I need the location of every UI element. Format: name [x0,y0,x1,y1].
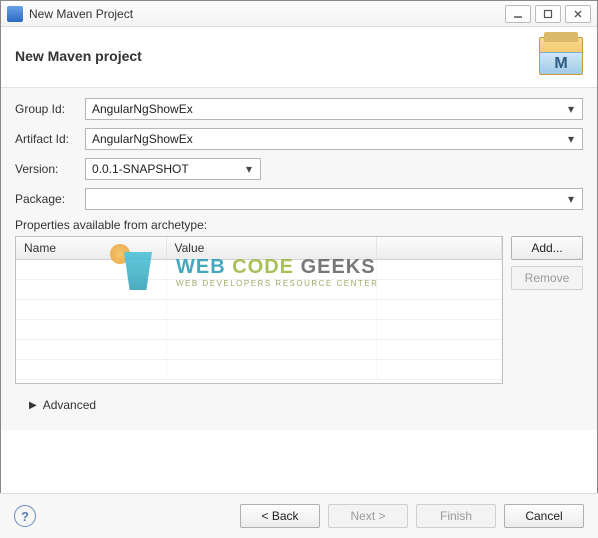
table-row[interactable] [16,339,502,359]
finish-button: Finish [416,504,496,528]
artifact-id-field[interactable]: AngularNgShowEx ▾ [85,128,583,150]
maximize-button[interactable] [535,5,561,23]
cancel-button[interactable]: Cancel [504,504,584,528]
version-field[interactable]: 0.0.1-SNAPSHOT ▾ [85,158,261,180]
chevron-down-icon: ▾ [564,132,578,146]
footer-buttons: < Back Next > Finish Cancel [240,504,584,528]
table-row[interactable] [16,279,502,299]
window-title: New Maven Project [29,7,501,21]
window-titlebar: New Maven Project [1,1,597,27]
wizard-footer: ? < Back Next > Finish Cancel [0,493,598,538]
remove-button: Remove [511,266,583,290]
add-button[interactable]: Add... [511,236,583,260]
wizard-header: New Maven project M [1,27,597,88]
back-button[interactable]: < Back [240,504,320,528]
minimize-button[interactable] [505,5,531,23]
maven-logo-icon: M [539,37,583,75]
chevron-down-icon: ▾ [564,192,578,206]
advanced-toggle[interactable]: ▶ Advanced [15,384,583,426]
wizard-body: Group Id: AngularNgShowEx ▾ Artifact Id:… [1,88,597,430]
maven-logo-letter: M [540,52,582,74]
table-row[interactable] [16,299,502,319]
close-icon [573,9,583,19]
advanced-label: Advanced [43,398,96,412]
maximize-icon [543,9,553,19]
table-row[interactable] [16,319,502,339]
table-row[interactable] [16,259,502,279]
label-artifact-id: Artifact Id: [15,132,85,146]
minimize-icon [513,9,523,19]
group-id-field[interactable]: AngularNgShowEx ▾ [85,98,583,120]
column-spacer [376,237,502,259]
label-version: Version: [15,162,85,176]
page-title: New Maven project [15,48,142,64]
group-id-value: AngularNgShowEx [92,102,193,116]
row-version: Version: 0.0.1-SNAPSHOT ▾ [15,158,583,180]
expand-icon: ▶ [29,400,37,411]
app-icon [7,6,23,22]
row-artifact-id: Artifact Id: AngularNgShowEx ▾ [15,128,583,150]
close-button[interactable] [565,5,591,23]
help-button[interactable]: ? [14,505,36,527]
row-group-id: Group Id: AngularNgShowEx ▾ [15,98,583,120]
column-value[interactable]: Value [166,237,376,259]
package-field[interactable]: ▾ [85,188,583,210]
row-package: Package: ▾ [15,188,583,210]
column-name[interactable]: Name [16,237,166,259]
table-row[interactable] [16,359,502,379]
chevron-down-icon: ▾ [242,162,256,176]
next-button: Next > [328,504,408,528]
artifact-id-value: AngularNgShowEx [92,132,193,146]
chevron-down-icon: ▾ [564,102,578,116]
label-package: Package: [15,192,85,206]
properties-side-buttons: Add... Remove [511,236,583,384]
version-value: 0.0.1-SNAPSHOT [92,162,189,176]
properties-area: Name Value Add... Remove [15,236,583,384]
properties-table[interactable]: Name Value [15,236,503,384]
properties-section-label: Properties available from archetype: [15,218,583,232]
label-group-id: Group Id: [15,102,85,116]
